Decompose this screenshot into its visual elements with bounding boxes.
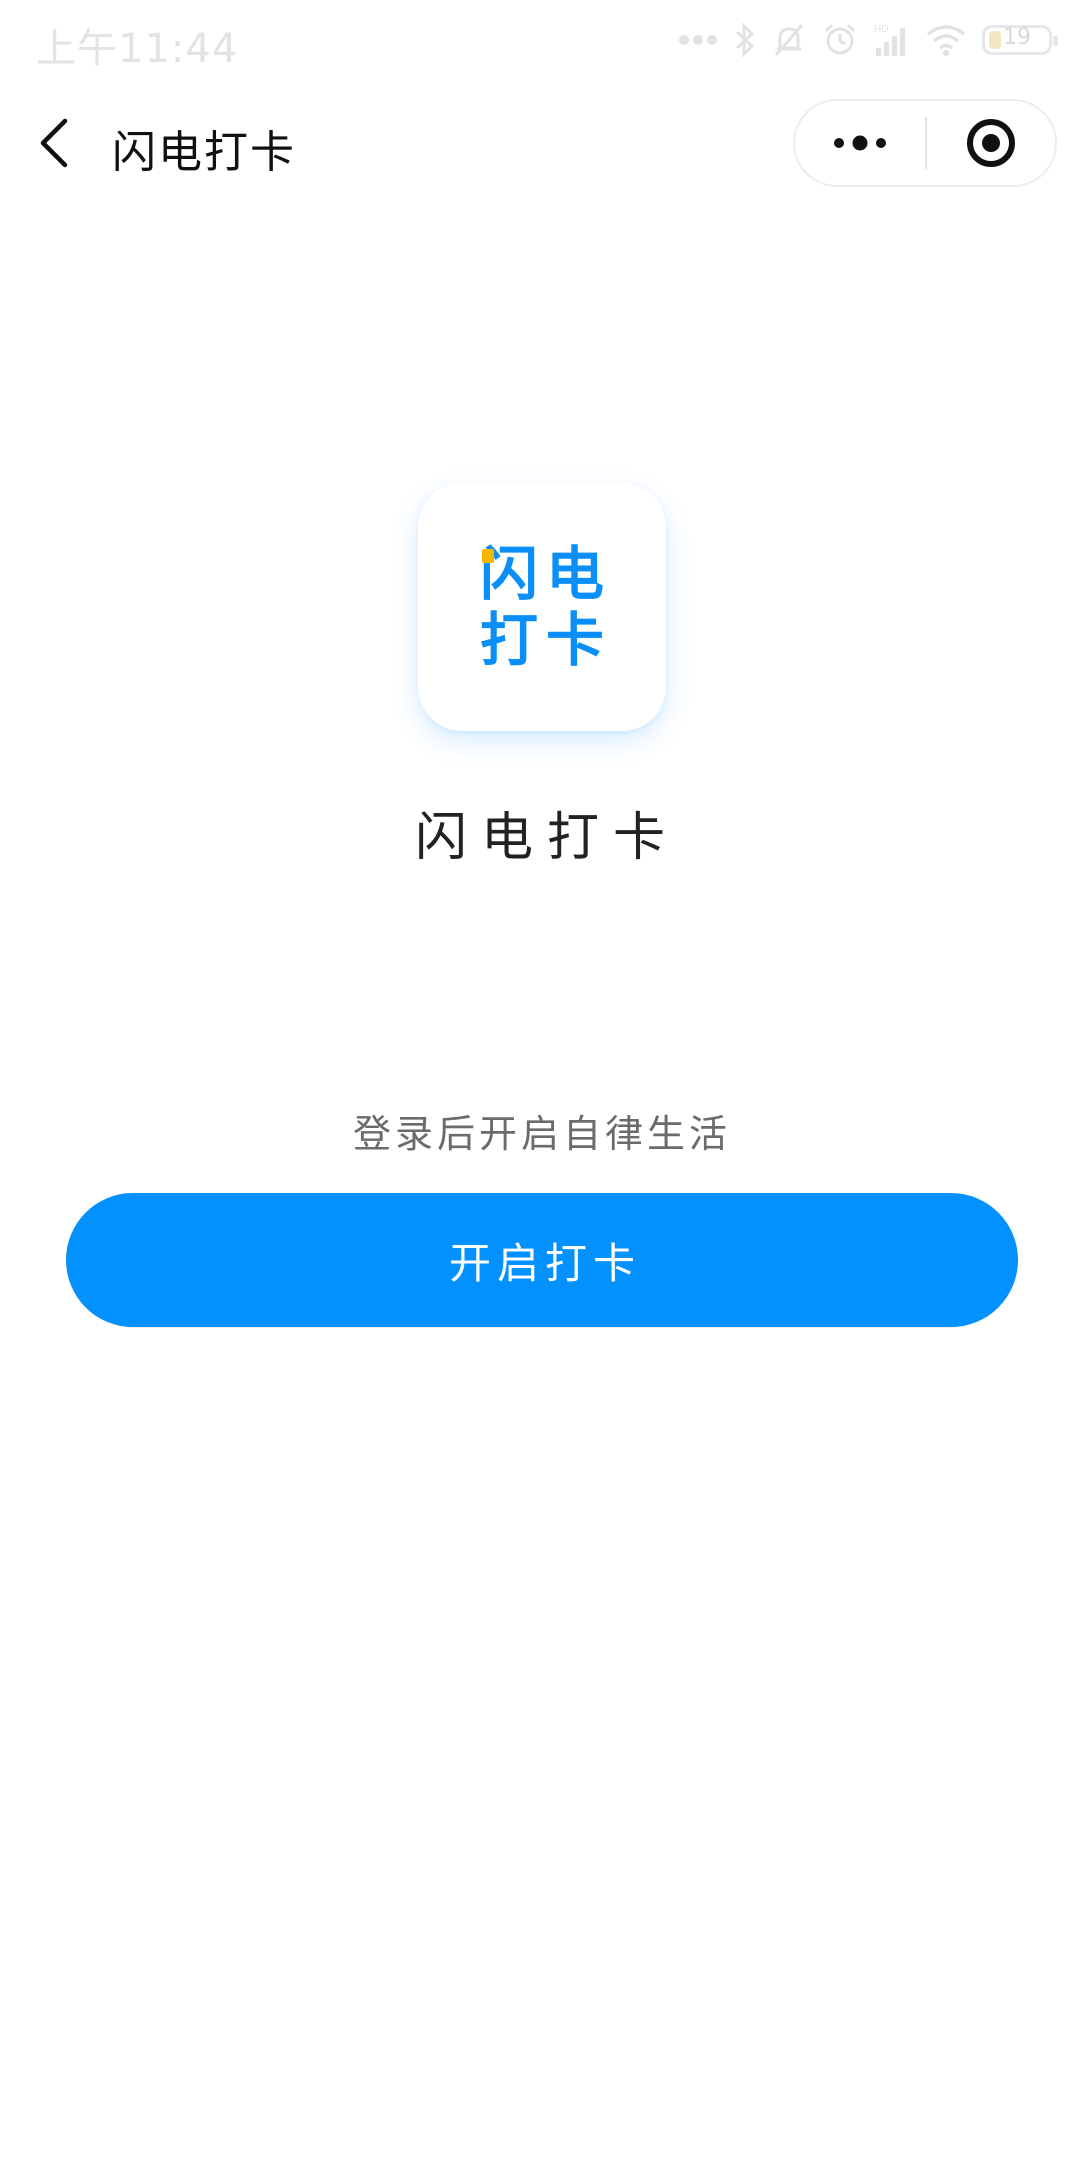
status-time: 上午11:44 [36, 26, 239, 72]
login-hint: 登录后开启自律生活 [352, 1112, 731, 1156]
more-button[interactable] [795, 101, 925, 185]
logo-glyph: 电 [545, 540, 604, 608]
battery-level-text: 19 [1003, 25, 1031, 50]
status-bar: 上午11:44 HD 19 [0, 0, 1080, 78]
start-checkin-button[interactable]: 开启打卡 [66, 1193, 1018, 1327]
target-circle-icon [967, 119, 1015, 167]
app-logo-glyphs: 闪 电 打 卡 [476, 541, 608, 673]
logo-glyph: 卡 [545, 606, 604, 674]
mute-bell-icon [772, 22, 806, 58]
more-dots-icon [678, 34, 718, 46]
capsule-menu [793, 99, 1057, 187]
more-dots-icon [834, 135, 886, 151]
logo-glyph: 打 [479, 606, 538, 674]
nav-bar: 闪电打卡 [0, 78, 1080, 208]
battery-icon: 19 [982, 25, 1058, 55]
app-name: 闪电打卡 [414, 808, 679, 868]
close-button[interactable] [927, 101, 1055, 185]
logo-glyph: 闪 [476, 541, 542, 607]
alarm-icon [822, 22, 858, 58]
app-logo: 闪 电 打 卡 [418, 483, 666, 731]
nav-title: 闪电打卡 [112, 127, 296, 178]
hd-signal-icon: HD [874, 22, 910, 58]
bluetooth-icon [734, 22, 756, 58]
back-button[interactable] [26, 106, 82, 180]
wifi-icon [926, 24, 966, 56]
svg-text:HD: HD [874, 24, 888, 35]
screen: 上午11:44 HD 19 闪电打卡 闪 电 打 卡 闪电打卡 登录后开启自律生… [0, 0, 1080, 2160]
chevron-left-icon [40, 118, 68, 168]
status-icons: HD 19 [678, 18, 1058, 62]
